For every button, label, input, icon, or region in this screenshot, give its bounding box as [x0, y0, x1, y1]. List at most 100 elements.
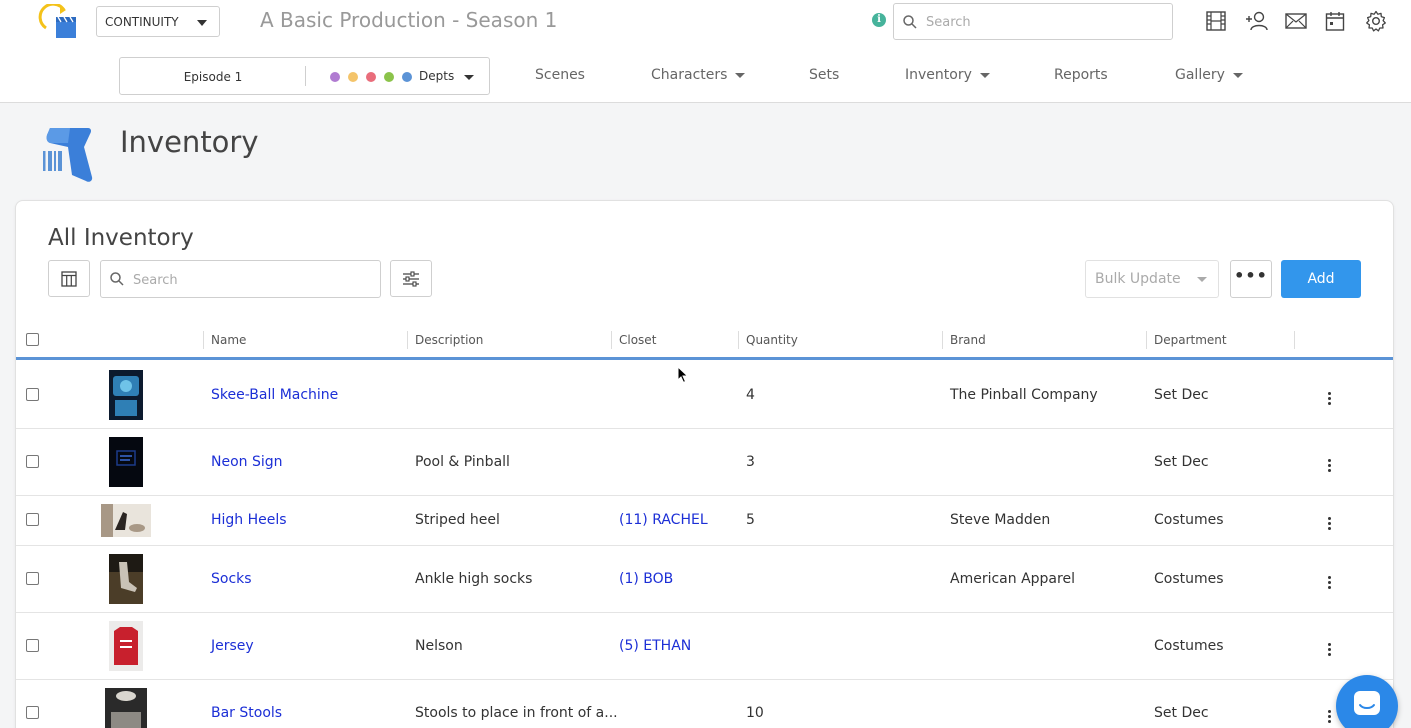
- item-description: Ankle high socks: [415, 571, 533, 587]
- chat-support-button[interactable]: [1336, 675, 1398, 728]
- item-name-link[interactable]: Skee-Ball Machine: [211, 387, 338, 403]
- column-divider: [611, 331, 612, 349]
- item-thumbnail[interactable]: [105, 688, 147, 728]
- global-search[interactable]: [893, 3, 1173, 40]
- nav-label: Gallery: [1175, 67, 1225, 83]
- item-name-link[interactable]: Bar Stools: [211, 705, 282, 721]
- barcode-scanner-icon: [40, 125, 94, 183]
- episode-dept-selector: Episode 1 Depts: [119, 57, 490, 95]
- item-description: Striped heel: [415, 512, 500, 528]
- column-header-name[interactable]: Name: [211, 333, 246, 347]
- nav-scenes[interactable]: Scenes: [535, 67, 585, 83]
- table-row[interactable]: Neon Sign Pool & Pinball 3 Set Dec: [16, 429, 1393, 496]
- episode-selector[interactable]: Episode 1: [120, 58, 306, 96]
- item-quantity: 5: [746, 512, 755, 528]
- nav-sets[interactable]: Sets: [809, 67, 839, 83]
- row-checkbox[interactable]: [26, 513, 39, 526]
- bulk-update-label: Bulk Update: [1095, 271, 1181, 287]
- add-button[interactable]: Add: [1281, 260, 1361, 298]
- continuity-logo-icon[interactable]: [38, 2, 78, 40]
- item-department: Set Dec: [1154, 454, 1209, 470]
- table-row[interactable]: Bar Stools Stools to place in front of a…: [16, 680, 1393, 728]
- item-thumbnail[interactable]: [101, 504, 151, 537]
- item-department: Costumes: [1154, 512, 1224, 528]
- column-header-description[interactable]: Description: [415, 333, 483, 347]
- row-menu-icon[interactable]: [1327, 710, 1333, 725]
- item-thumbnail[interactable]: [109, 370, 143, 420]
- nav-label: Reports: [1054, 67, 1108, 83]
- row-menu-icon[interactable]: [1327, 392, 1333, 407]
- sliders-icon: [403, 270, 419, 287]
- chevron-down-icon: [1232, 72, 1243, 78]
- column-divider: [942, 331, 943, 349]
- table-row[interactable]: Socks Ankle high socks (1) BOB American …: [16, 546, 1393, 613]
- depts-dropdown[interactable]: Depts: [419, 69, 454, 83]
- calendar-icon[interactable]: [1325, 10, 1365, 32]
- item-thumbnail[interactable]: [109, 621, 143, 671]
- row-menu-icon[interactable]: [1327, 459, 1333, 474]
- page-title: Inventory: [120, 125, 259, 159]
- item-name-link[interactable]: High Heels: [211, 512, 287, 528]
- item-quantity: 3: [746, 454, 755, 470]
- add-user-icon[interactable]: [1245, 10, 1285, 32]
- row-checkbox[interactable]: [26, 572, 39, 585]
- row-checkbox[interactable]: [26, 388, 39, 401]
- film-icon[interactable]: [1205, 10, 1245, 32]
- column-header-closet[interactable]: Closet: [619, 333, 656, 347]
- row-checkbox[interactable]: [26, 706, 39, 719]
- nav-gallery[interactable]: Gallery: [1175, 67, 1243, 83]
- item-name-link[interactable]: Neon Sign: [211, 454, 283, 470]
- top-icon-toolbar: [1205, 10, 1405, 32]
- app-selector[interactable]: CONTINUITY: [96, 6, 220, 37]
- dept-dot: [330, 72, 340, 82]
- nav-characters[interactable]: Characters: [651, 67, 746, 83]
- item-closet-link[interactable]: (11) RACHEL: [619, 512, 708, 528]
- item-closet-link[interactable]: (5) ETHAN: [619, 638, 691, 654]
- row-menu-icon[interactable]: [1327, 517, 1333, 532]
- dept-color-dots: [330, 72, 412, 82]
- column-divider: [203, 331, 204, 349]
- column-divider: [1146, 331, 1147, 349]
- table-header: Name Description Closet Quantity Brand D…: [16, 323, 1393, 360]
- table-row[interactable]: Jersey Nelson (5) ETHAN Costumes: [16, 613, 1393, 680]
- filter-button[interactable]: [390, 260, 432, 297]
- nav-reports[interactable]: Reports: [1054, 67, 1108, 83]
- chevron-down-icon: [464, 75, 474, 80]
- item-name-link[interactable]: Jersey: [211, 638, 254, 654]
- chevron-down-icon: [735, 72, 746, 78]
- table-row[interactable]: High Heels Striped heel (11) RACHEL 5 St…: [16, 496, 1393, 546]
- item-thumbnail[interactable]: [109, 437, 143, 487]
- mail-icon[interactable]: [1285, 10, 1325, 32]
- nav-label: Characters: [651, 67, 728, 83]
- info-icon[interactable]: i: [872, 13, 886, 27]
- inventory-search[interactable]: [100, 260, 381, 298]
- row-menu-icon[interactable]: [1327, 576, 1333, 591]
- bulk-update-dropdown[interactable]: Bulk Update: [1085, 260, 1219, 298]
- item-closet-link[interactable]: (1) BOB: [619, 571, 673, 587]
- row-menu-icon[interactable]: [1327, 643, 1333, 658]
- column-header-brand[interactable]: Brand: [950, 333, 986, 347]
- row-checkbox[interactable]: [26, 455, 39, 468]
- columns-button[interactable]: [48, 260, 90, 297]
- item-department: Costumes: [1154, 571, 1224, 587]
- column-header-quantity[interactable]: Quantity: [746, 333, 798, 347]
- item-brand: American Apparel: [950, 571, 1075, 587]
- column-header-department[interactable]: Department: [1154, 333, 1227, 347]
- top-bar: CONTINUITY A Basic Production - Season 1…: [0, 0, 1411, 103]
- inventory-search-input[interactable]: [133, 270, 363, 290]
- mouse-cursor-icon: [677, 365, 689, 388]
- table-row[interactable]: Skee-Ball Machine 4 The Pinball Company …: [16, 362, 1393, 429]
- nav-label: Inventory: [905, 67, 972, 83]
- chat-icon: [1354, 691, 1380, 715]
- dept-dot: [366, 72, 376, 82]
- global-search-input[interactable]: [926, 12, 1156, 32]
- gear-icon[interactable]: [1365, 10, 1405, 32]
- select-all-checkbox[interactable]: [26, 333, 39, 346]
- column-divider: [1294, 331, 1295, 349]
- row-checkbox[interactable]: [26, 639, 39, 652]
- card-title: All Inventory: [48, 225, 194, 251]
- more-options-button[interactable]: •••: [1230, 260, 1272, 298]
- item-thumbnail[interactable]: [109, 554, 143, 604]
- nav-inventory[interactable]: Inventory: [905, 67, 990, 83]
- item-name-link[interactable]: Socks: [211, 571, 252, 587]
